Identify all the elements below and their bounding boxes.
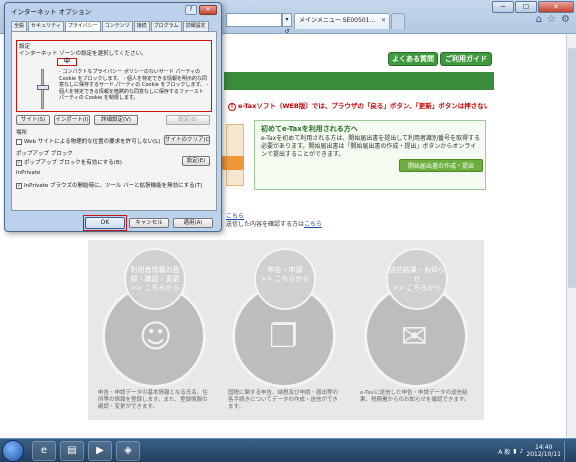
- zone-label: インターネット ゾーンの設定を選択してください。: [19, 51, 147, 57]
- app-icon[interactable]: ◈: [116, 441, 140, 461]
- start-button[interactable]: [2, 440, 24, 462]
- inprivate-checkbox[interactable]: ✓ InPrivate ブラウズの開始時に、ツール バーと拡張機能を無効にする(T…: [16, 181, 202, 189]
- link-here-2[interactable]: こちら: [304, 221, 322, 228]
- show-desktop-button[interactable]: [564, 441, 572, 461]
- menu-results-desc: e-Taxに送信した申告・申請データの送信結果、税務署からのお知らせを確認できま…: [360, 390, 470, 403]
- close-button[interactable]: ✕: [538, 1, 574, 13]
- gear-icon[interactable]: ⚙: [561, 14, 570, 25]
- help-button[interactable]: ?: [185, 5, 197, 15]
- menu-user-info[interactable]: ☺ 利用者情報の登録・確認・変更 >> こちらから 申告・申請データの基本情報と…: [94, 248, 214, 414]
- ie-icon[interactable]: e: [32, 441, 56, 461]
- warning-icon: !: [228, 103, 236, 111]
- privacy-panel: 設定 インターネット ゾーンの設定を選択してください。 中 - コンパクトなプラ…: [11, 31, 217, 211]
- folder-icon[interactable]: ▤: [60, 441, 84, 461]
- tab-security[interactable]: セキュリティ: [28, 21, 64, 31]
- checkbox-checked-icon[interactable]: ✓: [16, 182, 22, 189]
- import-button[interactable]: インポート(I): [54, 115, 90, 125]
- media-player-icon[interactable]: ▶: [88, 441, 112, 461]
- privacy-level: 中: [57, 58, 77, 66]
- dialog-close-button[interactable]: ✕: [199, 5, 217, 15]
- tab-title: メインメニュー SE00501...: [299, 17, 376, 24]
- side-button[interactable]: [222, 156, 244, 170]
- network-icon[interactable]: ▮: [513, 448, 516, 455]
- menu-panel: ☺ 利用者情報の登録・確認・変更 >> こちらから 申告・申請データの基本情報と…: [88, 240, 484, 420]
- inprivate-section-label: InPrivate: [16, 170, 41, 176]
- menu-filing-title: 申告・申請 >> こちらから: [254, 248, 316, 310]
- popup-settings-button[interactable]: 設定(E): [182, 156, 210, 166]
- tab-content[interactable]: コンテンツ: [101, 21, 133, 31]
- minimize-button[interactable]: ─: [492, 1, 514, 13]
- tab-advanced[interactable]: 詳細設定: [182, 21, 209, 31]
- menu-user-desc: 申告・申請データの基本情報となる氏名、住所等の情報を登録します。また、登録情報の…: [98, 390, 208, 410]
- ok-button[interactable]: OK: [85, 217, 125, 229]
- menu-user-title: 利用者情報の登録・確認・変更 >> こちらから: [124, 248, 186, 310]
- home-icon[interactable]: ⌂: [536, 14, 542, 25]
- scroll-thumb[interactable]: [568, 48, 576, 288]
- sites-button[interactable]: サイト(S): [16, 115, 50, 125]
- address-bar[interactable]: [226, 13, 282, 27]
- address-controls[interactable]: ▾ ↺ ✕: [282, 13, 292, 47]
- location-section-label: 場所: [16, 130, 28, 136]
- popup-section-label: ポップアップ ブロック: [16, 151, 73, 157]
- dialog-tabs: 全般 セキュリティ プライバシー コンテンツ 接続 プログラム 詳細設定: [11, 21, 210, 32]
- scrollbar[interactable]: [566, 34, 576, 438]
- checkbox-checked-icon[interactable]: ✓: [16, 159, 22, 166]
- volume-icon[interactable]: ♪: [520, 448, 524, 455]
- tab-main-menu[interactable]: メインメニュー SE00501... ✕: [294, 13, 390, 29]
- green-banner: [224, 72, 494, 90]
- side-box: [226, 124, 244, 186]
- cancel-button[interactable]: キャンセル: [129, 218, 169, 228]
- apply-button[interactable]: 適用(A): [173, 218, 213, 228]
- menu-results-title: 送信結果・お知らせ >> こちらから: [386, 248, 448, 310]
- checkbox-empty-icon[interactable]: [16, 138, 22, 145]
- default-button[interactable]: 既定(D): [166, 115, 210, 125]
- first-time-body: e-Taxを初めて利用される方は、開始届出書を提出して利用者識別番号を取得する必…: [261, 135, 481, 158]
- internet-options-dialog: インターネット オプション ? ✕ 全般 セキュリティ プライバシー コンテンツ…: [4, 2, 222, 232]
- tab-connections[interactable]: 接続: [133, 21, 150, 31]
- link-line-2: 送信した内容を確認する方はこちら: [226, 221, 323, 228]
- location-checkbox[interactable]: Web サイトによる物理的な位置の要求を許可しない(L): [16, 137, 160, 145]
- clock[interactable]: 14:40 2012/10/11: [526, 444, 561, 458]
- start-notice-button[interactable]: 開始届出書の作成・提出: [399, 159, 483, 172]
- notice-text: ! e-Taxソフト（WEB版）では、ブラウザの「戻る」ボタン、「更新」ボタンは押…: [228, 100, 488, 111]
- privacy-slider-thumb[interactable]: [37, 85, 49, 90]
- language-indicator[interactable]: A 般: [498, 447, 510, 456]
- guide-button[interactable]: ご利用ガイド: [440, 52, 492, 66]
- clear-sites-button[interactable]: サイトのクリア(C): [164, 135, 210, 145]
- menu-filing[interactable]: ❐ 申告・申請 >> こちらから 国税に関する申告、納税及び申請・届出等の各手続…: [224, 248, 344, 414]
- system-tray: A 般 ▮ ♪ 14:40 2012/10/11: [498, 441, 572, 461]
- browser-tools: ⌂ ☆ ⚙: [536, 14, 570, 25]
- settings-group: 設定 インターネット ゾーンの設定を選択してください。 中 - コンパクトなプラ…: [16, 40, 212, 112]
- menu-results[interactable]: ✉ 送信結果・お知らせ >> こちらから e-Taxに送信した申告・申請データの…: [356, 248, 476, 414]
- maximize-button[interactable]: ☐: [515, 1, 537, 13]
- advanced-button[interactable]: 詳細設定(V): [94, 115, 138, 125]
- first-time-box: 初めてe-Taxを利用される方へ e-Taxを初めて利用される方は、開始届出書を…: [254, 120, 486, 190]
- tab-close-icon[interactable]: ✕: [381, 14, 386, 28]
- favorites-icon[interactable]: ☆: [547, 14, 556, 25]
- window-controls: ─ ☐ ✕: [492, 1, 574, 13]
- taskbar: e ▤ ▶ ◈ A 般 ▮ ♪ 14:40 2012/10/11: [0, 438, 576, 462]
- tab-general[interactable]: 全般: [11, 21, 28, 31]
- level-description: - コンパクトなプライバシー ポリシーのないサード パーティの Cookie を…: [59, 69, 209, 101]
- dialog-title: インターネット オプション: [11, 8, 92, 16]
- new-tab-button[interactable]: [391, 13, 405, 29]
- menu-filing-desc: 国税に関する申告、納税及び申請・届出等の各手続きについてデータの作成・送信ができ…: [228, 390, 339, 410]
- faq-button[interactable]: よくある質問: [388, 52, 438, 66]
- first-time-title: 初めてe-Taxを利用される方へ: [261, 125, 358, 133]
- popup-checkbox[interactable]: ✓ ポップアップ ブロックを有効にする(B): [16, 158, 122, 166]
- tab-programs[interactable]: プログラム: [150, 21, 182, 31]
